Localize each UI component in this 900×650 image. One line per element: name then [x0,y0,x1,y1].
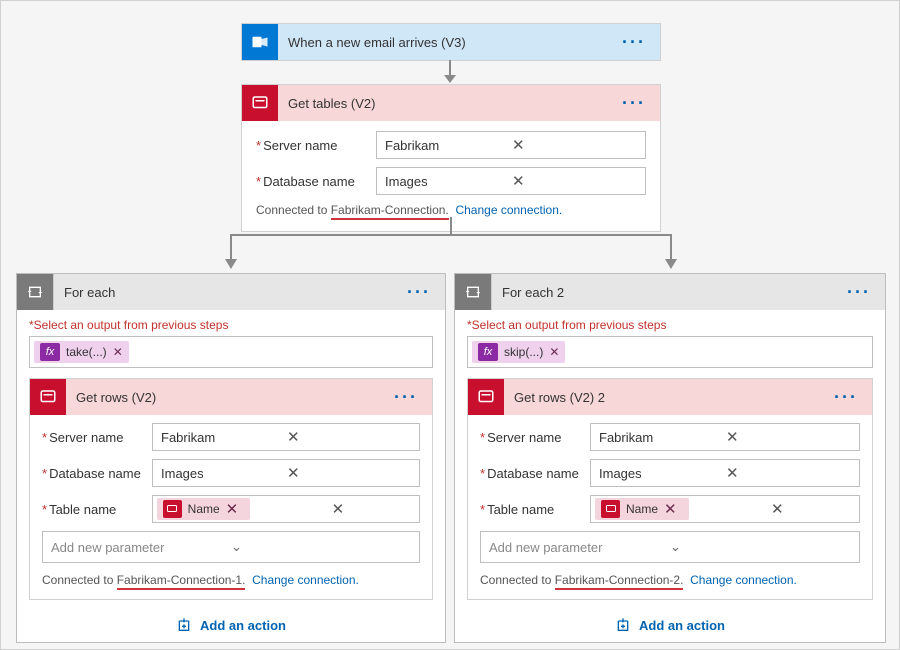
clear-icon[interactable]: ✕ [287,428,413,446]
clear-icon[interactable]: ✕ [332,500,413,518]
getrows2-more-button[interactable]: ··· [828,387,864,408]
foreach1-more-button[interactable]: ··· [401,282,437,303]
change-connection-link[interactable]: Change connection. [455,203,562,217]
table-name-label: Table name [42,502,152,517]
chevron-down-icon: ⌄ [670,539,851,555]
fx-icon: fx [40,343,60,361]
add-icon [615,617,631,633]
remove-pill-icon[interactable]: ✕ [226,500,245,518]
sql-icon [163,500,182,518]
getrows2-card[interactable]: Get rows (V2) 2 ··· Server name Fabrikam… [467,378,873,600]
clear-icon[interactable]: ✕ [771,500,853,518]
server-name-label: Server name [480,430,590,445]
dynamic-content-pill[interactable]: Name ✕ [157,498,250,520]
remove-pill-icon[interactable]: ✕ [549,345,559,359]
clear-icon[interactable]: ✕ [726,428,853,446]
trigger-more-button[interactable]: ··· [616,32,652,53]
flow-canvas: When a new email arrives (V3) ··· Get ta… [0,0,900,650]
connection-line: Connected to Fabrikam-Connection-1. Chan… [42,573,420,587]
add-action-button[interactable]: Add an action [17,608,445,642]
dynamic-content-pill[interactable]: Name ✕ [595,498,689,520]
clear-icon[interactable]: ✕ [287,464,413,482]
table-name-label: Table name [480,502,590,517]
server-name-label: Server name [42,430,152,445]
get-tables-more-button[interactable]: ··· [616,93,652,114]
chevron-down-icon: ⌄ [231,539,411,555]
change-connection-link[interactable]: Change connection. [690,573,797,587]
change-connection-link[interactable]: Change connection. [252,573,359,587]
getrows1-card[interactable]: Get rows (V2) ··· Server name Fabrikam ✕… [29,378,433,600]
getrows1-more-button[interactable]: ··· [388,387,424,408]
get-tables-card[interactable]: Get tables (V2) ··· Server name Fabrikam… [241,84,661,232]
loop-icon [17,274,54,310]
connection-line: Connected to Fabrikam-Connection. Change… [256,203,646,217]
add-action-button[interactable]: Add an action [455,608,885,642]
trigger-card[interactable]: When a new email arrives (V3) ··· [241,23,661,61]
expression-pill[interactable]: fx take(...) ✕ [34,341,129,363]
foreach2-title: For each 2 [492,285,841,300]
database-name-label: Database name [42,466,152,481]
get-tables-title: Get tables (V2) [278,96,616,111]
trigger-title: When a new email arrives (V3) [278,35,616,50]
sql-icon [242,85,278,121]
server-name-input[interactable]: Fabrikam ✕ [152,423,420,451]
foreach1-output-input[interactable]: fx take(...) ✕ [29,336,433,368]
fx-icon: fx [478,343,498,361]
sql-icon [468,379,504,415]
arrow-icon [440,60,460,84]
clear-icon[interactable]: ✕ [726,464,853,482]
foreach1-title: For each [54,285,401,300]
table-name-input[interactable]: Name ✕ ✕ [590,495,860,523]
clear-icon[interactable]: ✕ [512,136,639,154]
database-name-label: Database name [256,174,376,189]
database-name-input[interactable]: Images ✕ [590,459,860,487]
database-name-input[interactable]: Images ✕ [376,167,646,195]
foreach1-card[interactable]: For each ··· *Select an output from prev… [16,273,446,643]
getrows2-title: Get rows (V2) 2 [504,390,828,405]
clear-icon[interactable]: ✕ [512,172,639,190]
remove-pill-icon[interactable]: ✕ [664,500,683,518]
sql-icon [601,500,620,518]
table-name-input[interactable]: Name ✕ ✕ [152,495,420,523]
outlook-icon [242,24,278,60]
server-name-input[interactable]: Fabrikam ✕ [590,423,860,451]
server-name-input[interactable]: Fabrikam ✕ [376,131,646,159]
database-name-input[interactable]: Images ✕ [152,459,420,487]
add-parameter-dropdown[interactable]: Add new parameter ⌄ [480,531,860,563]
getrows1-title: Get rows (V2) [66,390,388,405]
foreach2-more-button[interactable]: ··· [841,282,877,303]
database-name-label: Database name [480,466,590,481]
connection-line: Connected to Fabrikam-Connection-2. Chan… [480,573,860,587]
foreach2-card[interactable]: For each 2 ··· *Select an output from pr… [454,273,886,643]
expression-pill[interactable]: fx skip(...) ✕ [472,341,565,363]
sql-icon [30,379,66,415]
loop-icon [455,274,492,310]
foreach2-output-input[interactable]: fx skip(...) ✕ [467,336,873,368]
server-name-label: Server name [256,138,376,153]
remove-pill-icon[interactable]: ✕ [113,345,123,359]
add-parameter-dropdown[interactable]: Add new parameter ⌄ [42,531,420,563]
branch-arrows [1,217,900,273]
add-icon [176,617,192,633]
